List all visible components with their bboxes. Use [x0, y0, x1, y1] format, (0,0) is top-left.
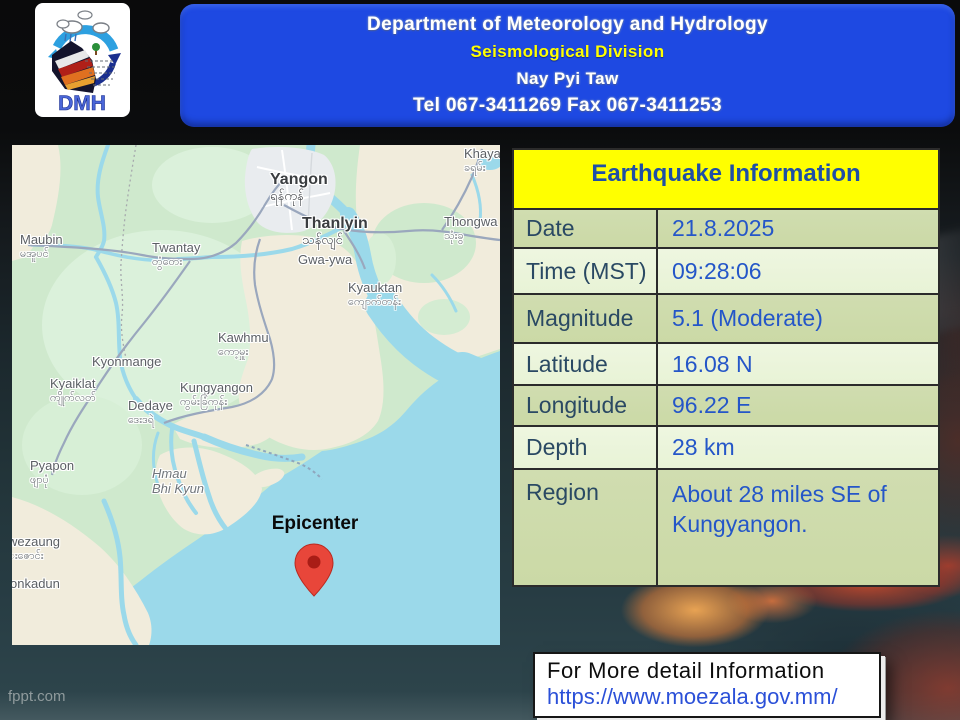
- map-label-kyauktan: Kyauktanကျောက်တန်း: [348, 281, 402, 308]
- more-info-box: For More detail Information https://www.…: [533, 652, 881, 718]
- table-row-date: Date21.8.2025: [514, 208, 938, 247]
- row-label: Magnitude: [514, 295, 656, 342]
- row-value: 21.8.2025: [656, 210, 938, 247]
- row-label: Depth: [514, 427, 656, 468]
- header-department: Department of Meteorology and Hydrology: [367, 14, 768, 36]
- map-label-onkadun: onkadun: [12, 577, 60, 592]
- dmh-logo-text: DMH: [58, 92, 106, 115]
- row-label: Time (MST): [514, 249, 656, 293]
- row-label: Longitude: [514, 386, 656, 425]
- row-label: Date: [514, 210, 656, 247]
- row-label: Region: [514, 470, 656, 585]
- fppt-watermark: fppt.com: [8, 688, 66, 705]
- table-title: Earthquake Information: [514, 150, 938, 208]
- row-label: Latitude: [514, 344, 656, 384]
- header-division: Seismological Division: [471, 42, 665, 62]
- map-label-dedaye: Dedayeဒေးဒရဲ: [128, 399, 173, 426]
- map-label-twantay: Twantayတွံတေး: [152, 241, 200, 268]
- map-label-kungyangon: Kungyangonကွမ်းခြံကုန်း: [180, 381, 253, 408]
- table-rows: Date21.8.2025Time (MST)09:28:06Magnitude…: [514, 208, 938, 585]
- map-label-hmau: HmauBhi Kyun: [152, 467, 204, 496]
- map-label-maubin: Maubinမအူပင်: [20, 233, 63, 260]
- table-row-depth: Depth28 km: [514, 425, 938, 468]
- map-label-gwa-ywa: Gwa-ywa: [298, 253, 352, 268]
- info-text: For More detail Information: [547, 658, 867, 684]
- table-row-longitude: Longitude96.22 E: [514, 384, 938, 425]
- row-value: 28 km: [656, 427, 938, 468]
- map-label-kyonmange: Kyonmange: [92, 355, 161, 370]
- row-value: 16.08 N: [656, 344, 938, 384]
- slide: DMH Department of Meteorology and Hydrol…: [0, 0, 960, 720]
- map-label-kawhmu: Kawhmuကော့မှူး: [218, 331, 269, 358]
- map-label-thongwa: Thongwaသုံးခွ: [444, 215, 497, 242]
- header-contact: Tel 067-3411269 Fax 067-3411253: [413, 95, 722, 117]
- row-value: 96.22 E: [656, 386, 938, 425]
- epicenter-label: Epicenter: [250, 513, 380, 535]
- map-label-yangon: Yangonရန်ကုန်: [270, 171, 328, 203]
- map-label-wezaung: wezaungးဇောင်း: [12, 535, 60, 562]
- header-banner: Department of Meteorology and Hydrology …: [180, 4, 955, 127]
- epicenter-map: Yangonရန်ကုန် Thanlyinသန်လျင် Khayanခရမ်း T…: [12, 145, 500, 645]
- dmh-logo: DMH: [35, 3, 130, 117]
- row-value: 5.1 (Moderate): [656, 295, 938, 342]
- map-label-thanlyin: Thanlyinသန်လျင်: [302, 215, 368, 247]
- header-city: Nay Pyi Taw: [516, 69, 618, 89]
- map-label-khayan: Khayanခရမ်း: [464, 147, 500, 174]
- earthquake-info-table: Earthquake Information Date21.8.2025Time…: [512, 148, 940, 587]
- table-row-magnitude: Magnitude5.1 (Moderate): [514, 293, 938, 342]
- dmh-logo-icon: DMH: [35, 3, 130, 117]
- table-row-time-mst-: Time (MST)09:28:06: [514, 247, 938, 293]
- info-url-link[interactable]: https://www.moezala.gov.mm/: [547, 684, 867, 710]
- row-value: About 28 miles SE of Kungyangon.: [656, 470, 938, 585]
- map-label-kyaiklat: Kyaiklatကျိုက်လတ်: [50, 377, 96, 404]
- table-row-latitude: Latitude16.08 N: [514, 342, 938, 384]
- table-row-region: RegionAbout 28 miles SE of Kungyangon.: [514, 468, 938, 585]
- row-value: 09:28:06: [656, 249, 938, 293]
- map-label-pyapon: Pyaponဖျာပုံ: [30, 459, 74, 486]
